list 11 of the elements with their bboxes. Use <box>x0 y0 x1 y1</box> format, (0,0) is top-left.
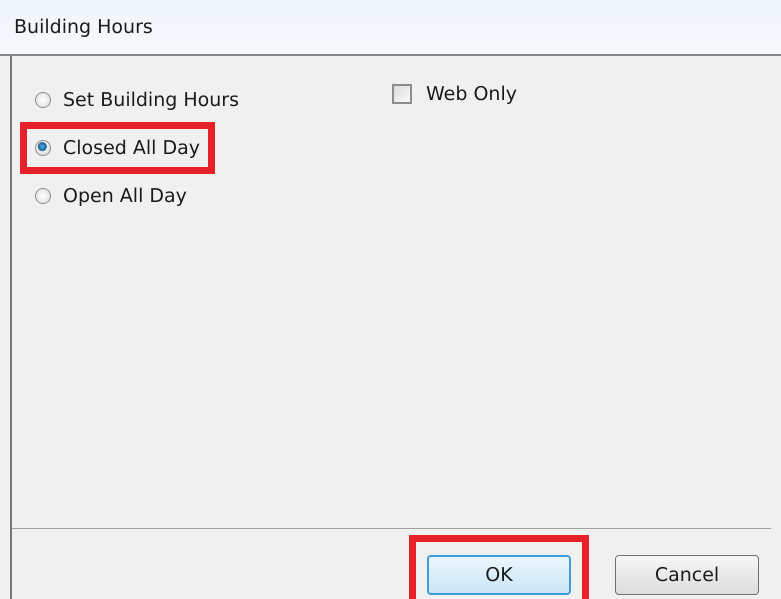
web-only-checkbox[interactable]: Web Only <box>392 76 517 112</box>
radio-option[interactable]: Set Building Hours <box>35 89 240 111</box>
radio-option[interactable]: Closed All Day <box>35 137 200 159</box>
radio-button[interactable] <box>35 140 51 156</box>
dialog-button[interactable]: Cancel <box>615 555 759 595</box>
radio-option[interactable]: Open All Day <box>35 185 187 207</box>
radio-button[interactable] <box>35 188 51 204</box>
window-title: Building Hours <box>14 16 153 38</box>
radio-button[interactable] <box>35 92 51 108</box>
checkbox[interactable] <box>392 84 412 104</box>
dialog-button[interactable]: OK <box>427 555 571 595</box>
